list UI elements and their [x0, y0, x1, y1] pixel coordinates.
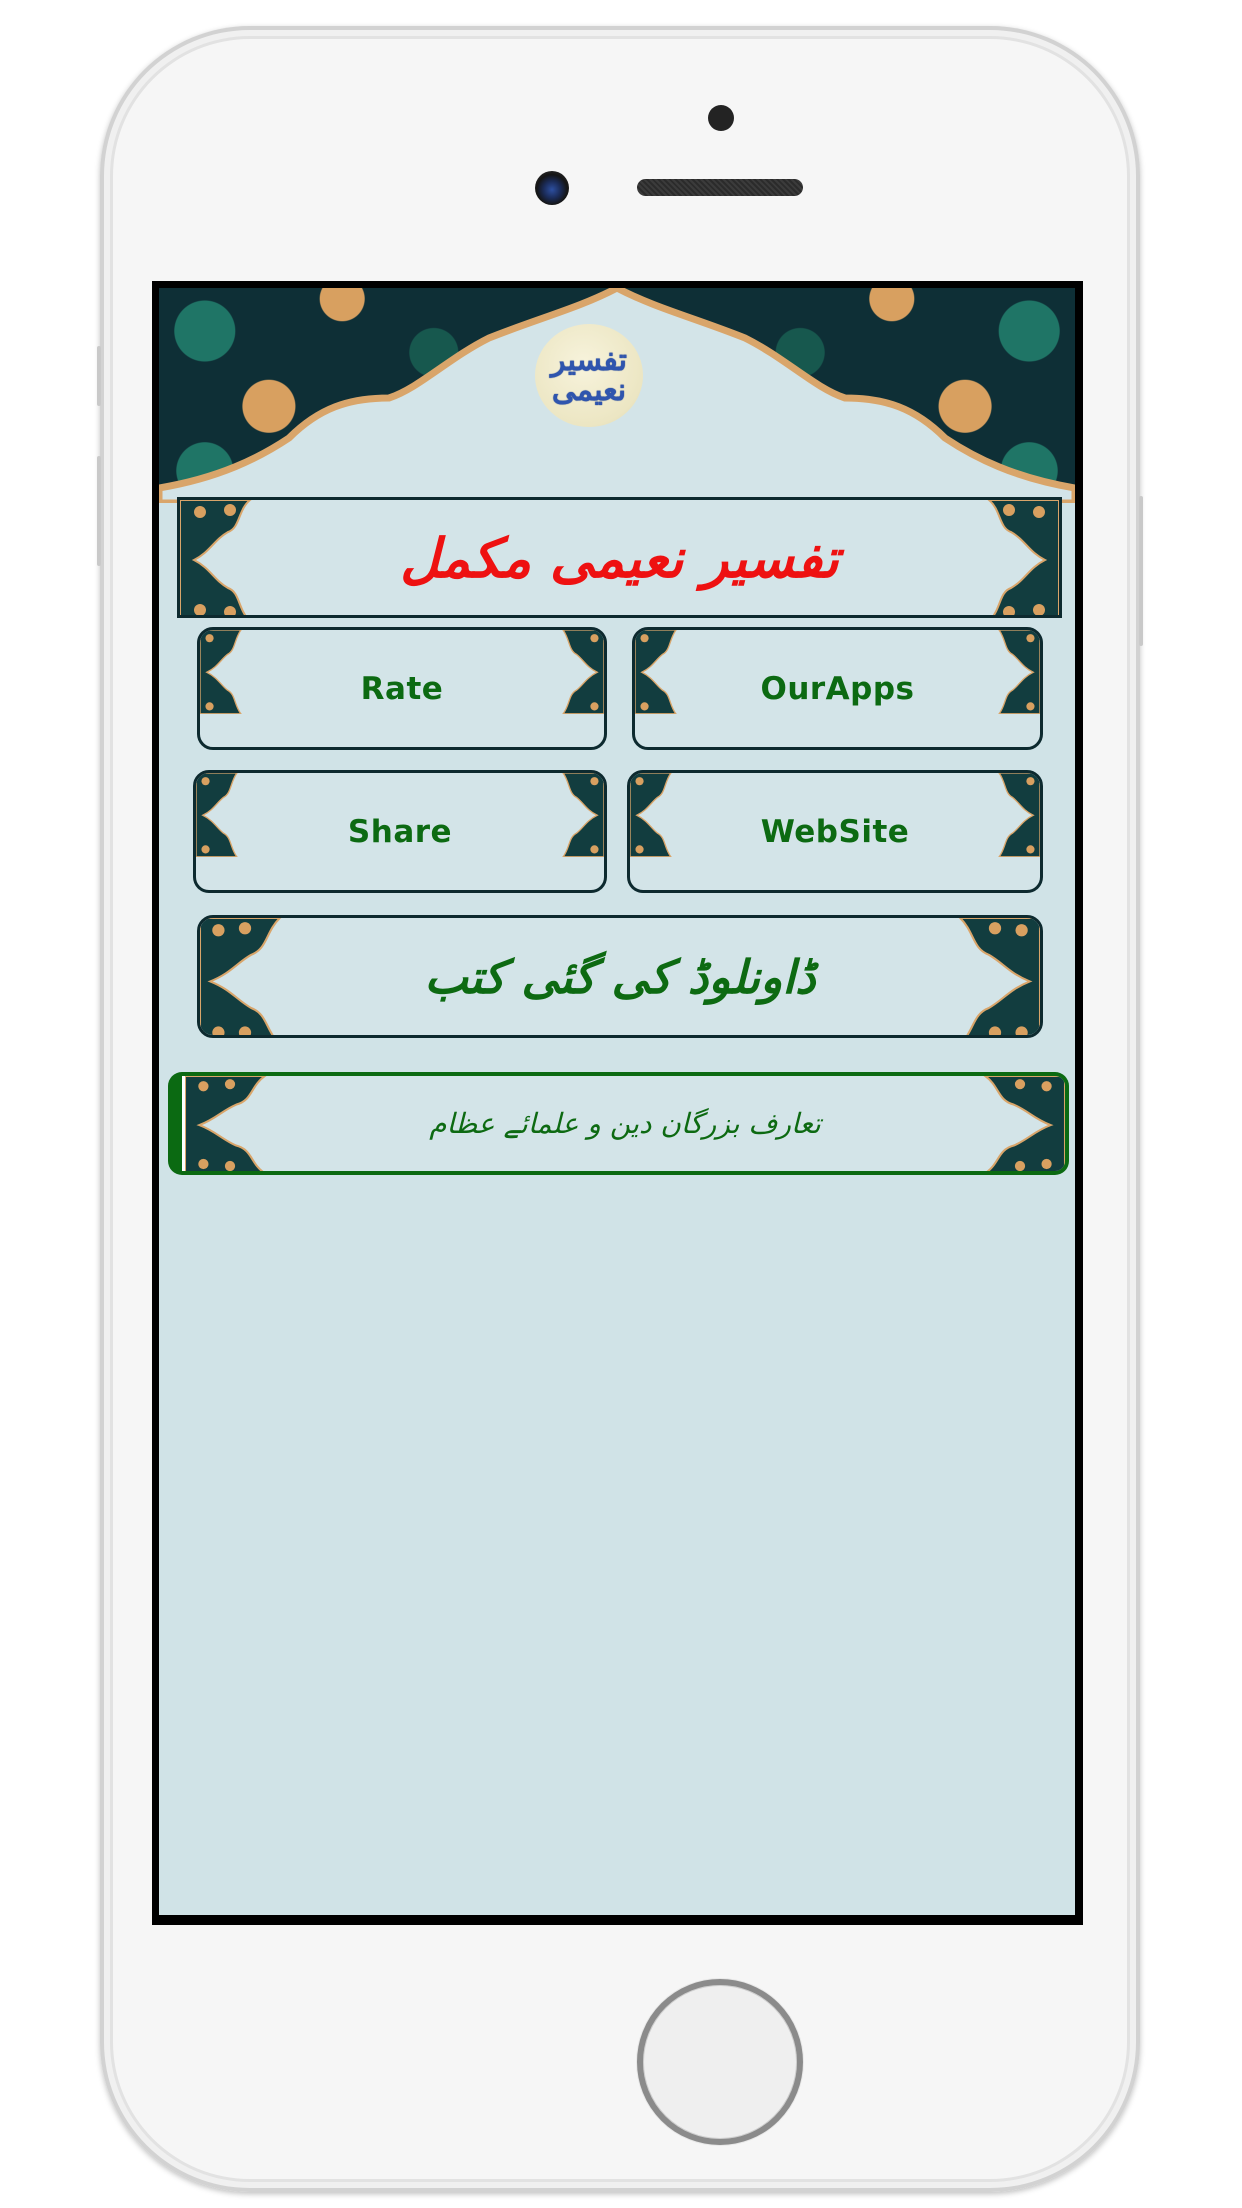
logo-text: تفسیر نعیمی: [551, 342, 627, 408]
app-title: تفسیر نعیمی مکمل: [400, 525, 839, 590]
rate-label: Rate: [360, 670, 444, 707]
ornament-right: [998, 630, 1040, 714]
screen: تفسیر نعیمی تفسیر نعیمی مکمل Rate OurApp…: [152, 281, 1083, 1925]
website-button[interactable]: WebSite: [627, 770, 1043, 893]
side-button: [97, 456, 101, 566]
website-label: WebSite: [760, 813, 910, 850]
earpiece-speaker: [637, 179, 803, 196]
share-label: Share: [347, 813, 453, 850]
our-apps-label: OurApps: [760, 670, 915, 707]
ornament-right: [562, 773, 604, 857]
downloaded-books-button[interactable]: ڈاونلوڈ کی گئی کتب: [197, 915, 1043, 1038]
app-content: تفسیر نعیمی تفسیر نعیمی مکمل Rate OurApp…: [159, 288, 1075, 1915]
ornament-left: [200, 630, 242, 714]
home-button[interactable]: [637, 1979, 803, 2145]
share-button[interactable]: Share: [193, 770, 607, 893]
ornament-left: [635, 630, 677, 714]
side-button: [1139, 496, 1143, 646]
proximity-sensor: [708, 105, 734, 131]
ornament-right: [958, 918, 1040, 1035]
side-button: [97, 346, 101, 406]
scholars-intro-label: تعارف بزرگان دین و علمائے عظام: [429, 1107, 821, 1140]
our-apps-button[interactable]: OurApps: [632, 627, 1043, 750]
ornament-left: [196, 773, 238, 857]
rate-button[interactable]: Rate: [197, 627, 607, 750]
app-logo: تفسیر نعیمی: [535, 324, 643, 427]
ornament-right: [998, 773, 1040, 857]
scholars-intro-button[interactable]: تعارف بزرگان دین و علمائے عظام: [168, 1072, 1069, 1175]
ornament-right: [562, 630, 604, 714]
ornament-right: [987, 500, 1059, 615]
ornament-right: [983, 1076, 1065, 1171]
title-banner: تفسیر نعیمی مکمل: [177, 497, 1062, 618]
ornament-left: [630, 773, 672, 857]
downloaded-books-label: ڈاونلوڈ کی گئی کتب: [424, 949, 816, 1004]
ornament-left: [200, 918, 282, 1035]
scholars-intro-panel: تعارف بزرگان دین و علمائے عظام: [182, 1076, 1065, 1171]
front-camera-icon: [535, 171, 569, 205]
ornament-left: [180, 500, 252, 615]
ornament-left: [185, 1076, 267, 1171]
header-banner: تفسیر نعیمی: [159, 288, 1075, 503]
